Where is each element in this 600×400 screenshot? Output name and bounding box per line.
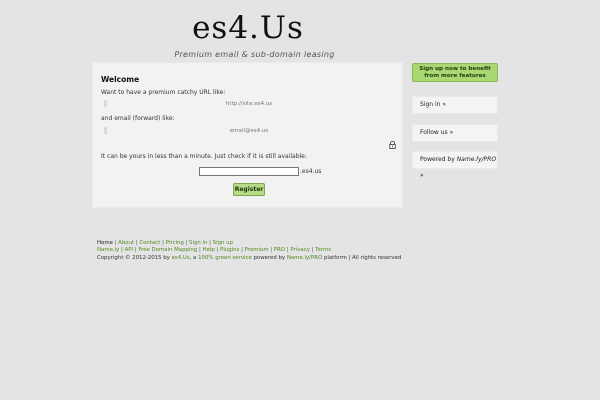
register-button[interactable]: Register (233, 183, 265, 196)
welcome-panel: Welcome Want to have a premium catchy UR… (92, 62, 403, 208)
copyright-site-link[interactable]: es4.Us (172, 255, 190, 261)
powered-suffix: » (420, 172, 424, 179)
green-service-link[interactable]: 100% green service (198, 255, 252, 261)
footer-link-pro[interactable]: PRO (274, 247, 285, 253)
footer-link-terms[interactable]: Terms (315, 247, 331, 253)
copyright-mid-2: powered by (251, 254, 287, 261)
powered-prefix: Powered by (420, 156, 457, 163)
footer-link-about[interactable]: About (118, 240, 134, 246)
url-marker (104, 100, 107, 107)
copyright-mid-1: , a (189, 254, 199, 261)
footer-link-namely[interactable]: Name.ly (97, 247, 119, 253)
email-marker (104, 127, 107, 134)
domain-suffix: .es4.us (300, 168, 322, 175)
site-logo[interactable]: es4.Us (0, 10, 496, 46)
footer: Home | About | Contact | Pricing | Sign … (97, 240, 401, 262)
footer-link-sign-up[interactable]: Sign up (213, 240, 233, 246)
lock-icon[interactable] (389, 141, 396, 149)
footer-link-api[interactable]: API (125, 247, 134, 253)
url-prompt: Want to have a premium catchy URL like: (101, 89, 226, 96)
footer-link-home[interactable]: Home (97, 240, 113, 246)
email-example: email@es4.us (229, 128, 269, 134)
footer-link-plugins[interactable]: Plugins (220, 247, 239, 253)
signup-cta-button[interactable]: Sign up now to benefit from more feature… (412, 63, 498, 82)
copyright-prefix: Copyright © 2012-2015 by (97, 254, 172, 261)
availability-prompt: It can be yours in less than a minute. J… (101, 153, 307, 160)
footer-link-pricing[interactable]: Pricing (166, 240, 184, 246)
subdomain-input[interactable] (199, 167, 299, 176)
footer-copyright: Copyright © 2012-2015 by es4.Us, a 100% … (97, 255, 401, 262)
footer-nav-row-2: Name.ly | API | Free Domain Mapping | He… (97, 247, 332, 254)
url-example: http://site.es4.us (225, 101, 273, 107)
copyright-platform-link[interactable]: Name.ly/PRO (287, 255, 322, 261)
footer-link-free-domain-mapping[interactable]: Free Domain Mapping (138, 247, 197, 253)
powered-by-link[interactable]: Powered by Name.ly/PRO » (412, 151, 498, 179)
copyright-suffix: platform | All rights reserved (322, 254, 402, 261)
page: es4.Us Premium email & sub-domain leasin… (0, 0, 600, 400)
domain-check-row: .es4.us (199, 167, 321, 176)
welcome-heading: Welcome (101, 75, 140, 84)
site-tagline: Premium email & sub-domain leasing (174, 50, 335, 59)
footer-link-privacy[interactable]: Privacy (290, 247, 310, 253)
email-prompt: and email (forward) like: (101, 115, 175, 122)
footer-nav-row-1: Home | About | Contact | Pricing | Sign … (97, 240, 233, 246)
footer-link-help[interactable]: Help (203, 247, 215, 253)
follow-us-link[interactable]: Follow us » (412, 124, 498, 142)
sign-in-link[interactable]: Sign in » (412, 96, 498, 114)
footer-link-contact[interactable]: Contact (139, 240, 160, 246)
footer-link-premium[interactable]: Premium (245, 247, 269, 253)
powered-brand: Name.ly/PRO (456, 156, 497, 163)
footer-link-sign-in[interactable]: Sign in (189, 240, 207, 246)
